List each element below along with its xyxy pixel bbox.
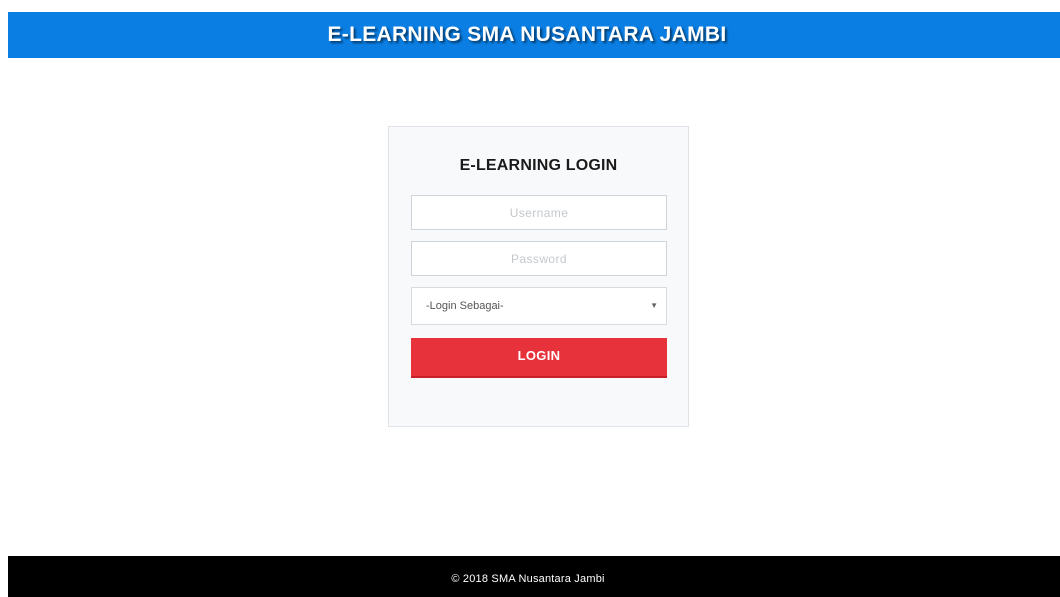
copyright-text: © 2018 SMA Nusantara Jambi [451,572,605,585]
login-title: E-LEARNING LOGIN [459,157,618,174]
username-input[interactable] [411,195,667,230]
site-title: E-LEARNING SMA NUSANTARA JAMBI [327,23,727,46]
triangle-down-icon: ▼ [650,301,658,310]
site-header: E-LEARNING SMA NUSANTARA JAMBI [8,12,1060,58]
login-button[interactable]: LOGIN [411,338,667,378]
page: E-LEARNING SMA NUSANTARA JAMBI E-LEARNIN… [0,0,1060,597]
password-input[interactable] [411,241,667,276]
login-role-select-value: -Login Sebagai- [426,300,504,312]
login-role-select[interactable]: -Login Sebagai- ▼ [411,287,667,325]
login-card: E-LEARNING LOGIN -Login Sebagai- ▼ LOGIN [388,126,689,427]
site-footer: © 2018 SMA Nusantara Jambi [8,556,1060,597]
